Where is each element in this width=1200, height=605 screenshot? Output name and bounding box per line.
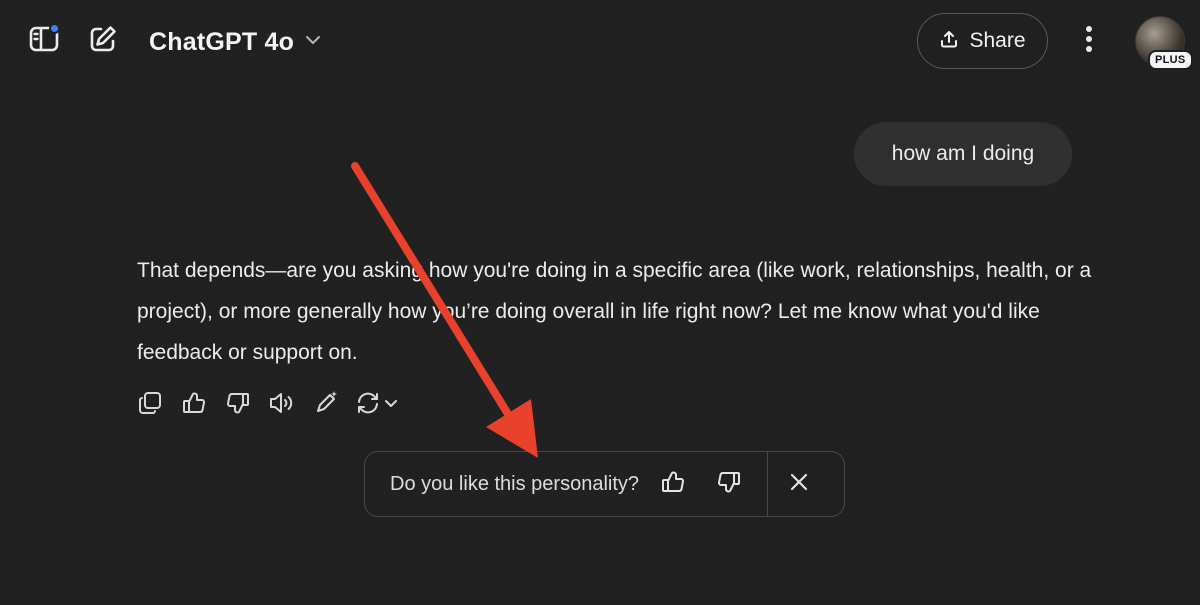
- message-action-bar: [135, 390, 399, 420]
- regenerate-button[interactable]: [355, 390, 399, 421]
- model-selector[interactable]: ChatGPT 4o: [149, 22, 322, 62]
- feedback-thumbs-down-button[interactable]: [711, 466, 747, 502]
- copy-icon: [137, 390, 163, 421]
- thumbs-up-icon: [660, 469, 686, 500]
- personality-feedback-card: Do you like this personality?: [364, 451, 845, 517]
- feedback-thumbs-up-button[interactable]: [655, 466, 691, 502]
- thumbs-down-icon: [225, 390, 251, 421]
- feedback-close-button[interactable]: [781, 466, 817, 502]
- chat-page: ChatGPT 4o Share PLUS how am I doing Tha…: [0, 0, 1200, 605]
- more-vertical-icon: [1084, 24, 1094, 59]
- bad-response-button[interactable]: [223, 390, 253, 420]
- new-chat-icon: [87, 23, 119, 60]
- edit-in-canvas-button[interactable]: [311, 390, 341, 420]
- thumbs-up-icon: [181, 390, 207, 421]
- user-message-bubble: how am I doing: [854, 122, 1072, 186]
- edit-in-canvas-icon: [312, 389, 340, 422]
- feedback-question: Do you like this personality?: [390, 472, 640, 495]
- read-aloud-button[interactable]: [267, 390, 297, 420]
- assistant-message-text: That depends—are you asking how you're d…: [137, 259, 1092, 364]
- chevron-down-icon: [304, 31, 322, 54]
- share-button[interactable]: Share: [917, 13, 1048, 69]
- user-avatar[interactable]: PLUS: [1135, 16, 1193, 70]
- close-icon: [788, 471, 810, 498]
- notification-dot: [49, 23, 60, 34]
- thumbs-down-icon: [716, 469, 742, 500]
- feedback-divider: [767, 452, 769, 516]
- chevron-down-icon: [383, 395, 399, 416]
- regenerate-icon: [355, 390, 381, 421]
- share-upload-icon: [939, 29, 959, 54]
- sidebar-toggle-button[interactable]: [22, 19, 66, 63]
- more-options-button[interactable]: [1067, 19, 1111, 63]
- good-response-button[interactable]: [179, 390, 209, 420]
- user-message-text: how am I doing: [891, 142, 1035, 165]
- copy-button[interactable]: [135, 390, 165, 420]
- model-name: ChatGPT 4o: [149, 27, 295, 56]
- read-aloud-icon: [268, 390, 296, 421]
- new-chat-button[interactable]: [81, 19, 125, 63]
- plus-badge: PLUS: [1148, 50, 1193, 70]
- share-label: Share: [969, 29, 1026, 52]
